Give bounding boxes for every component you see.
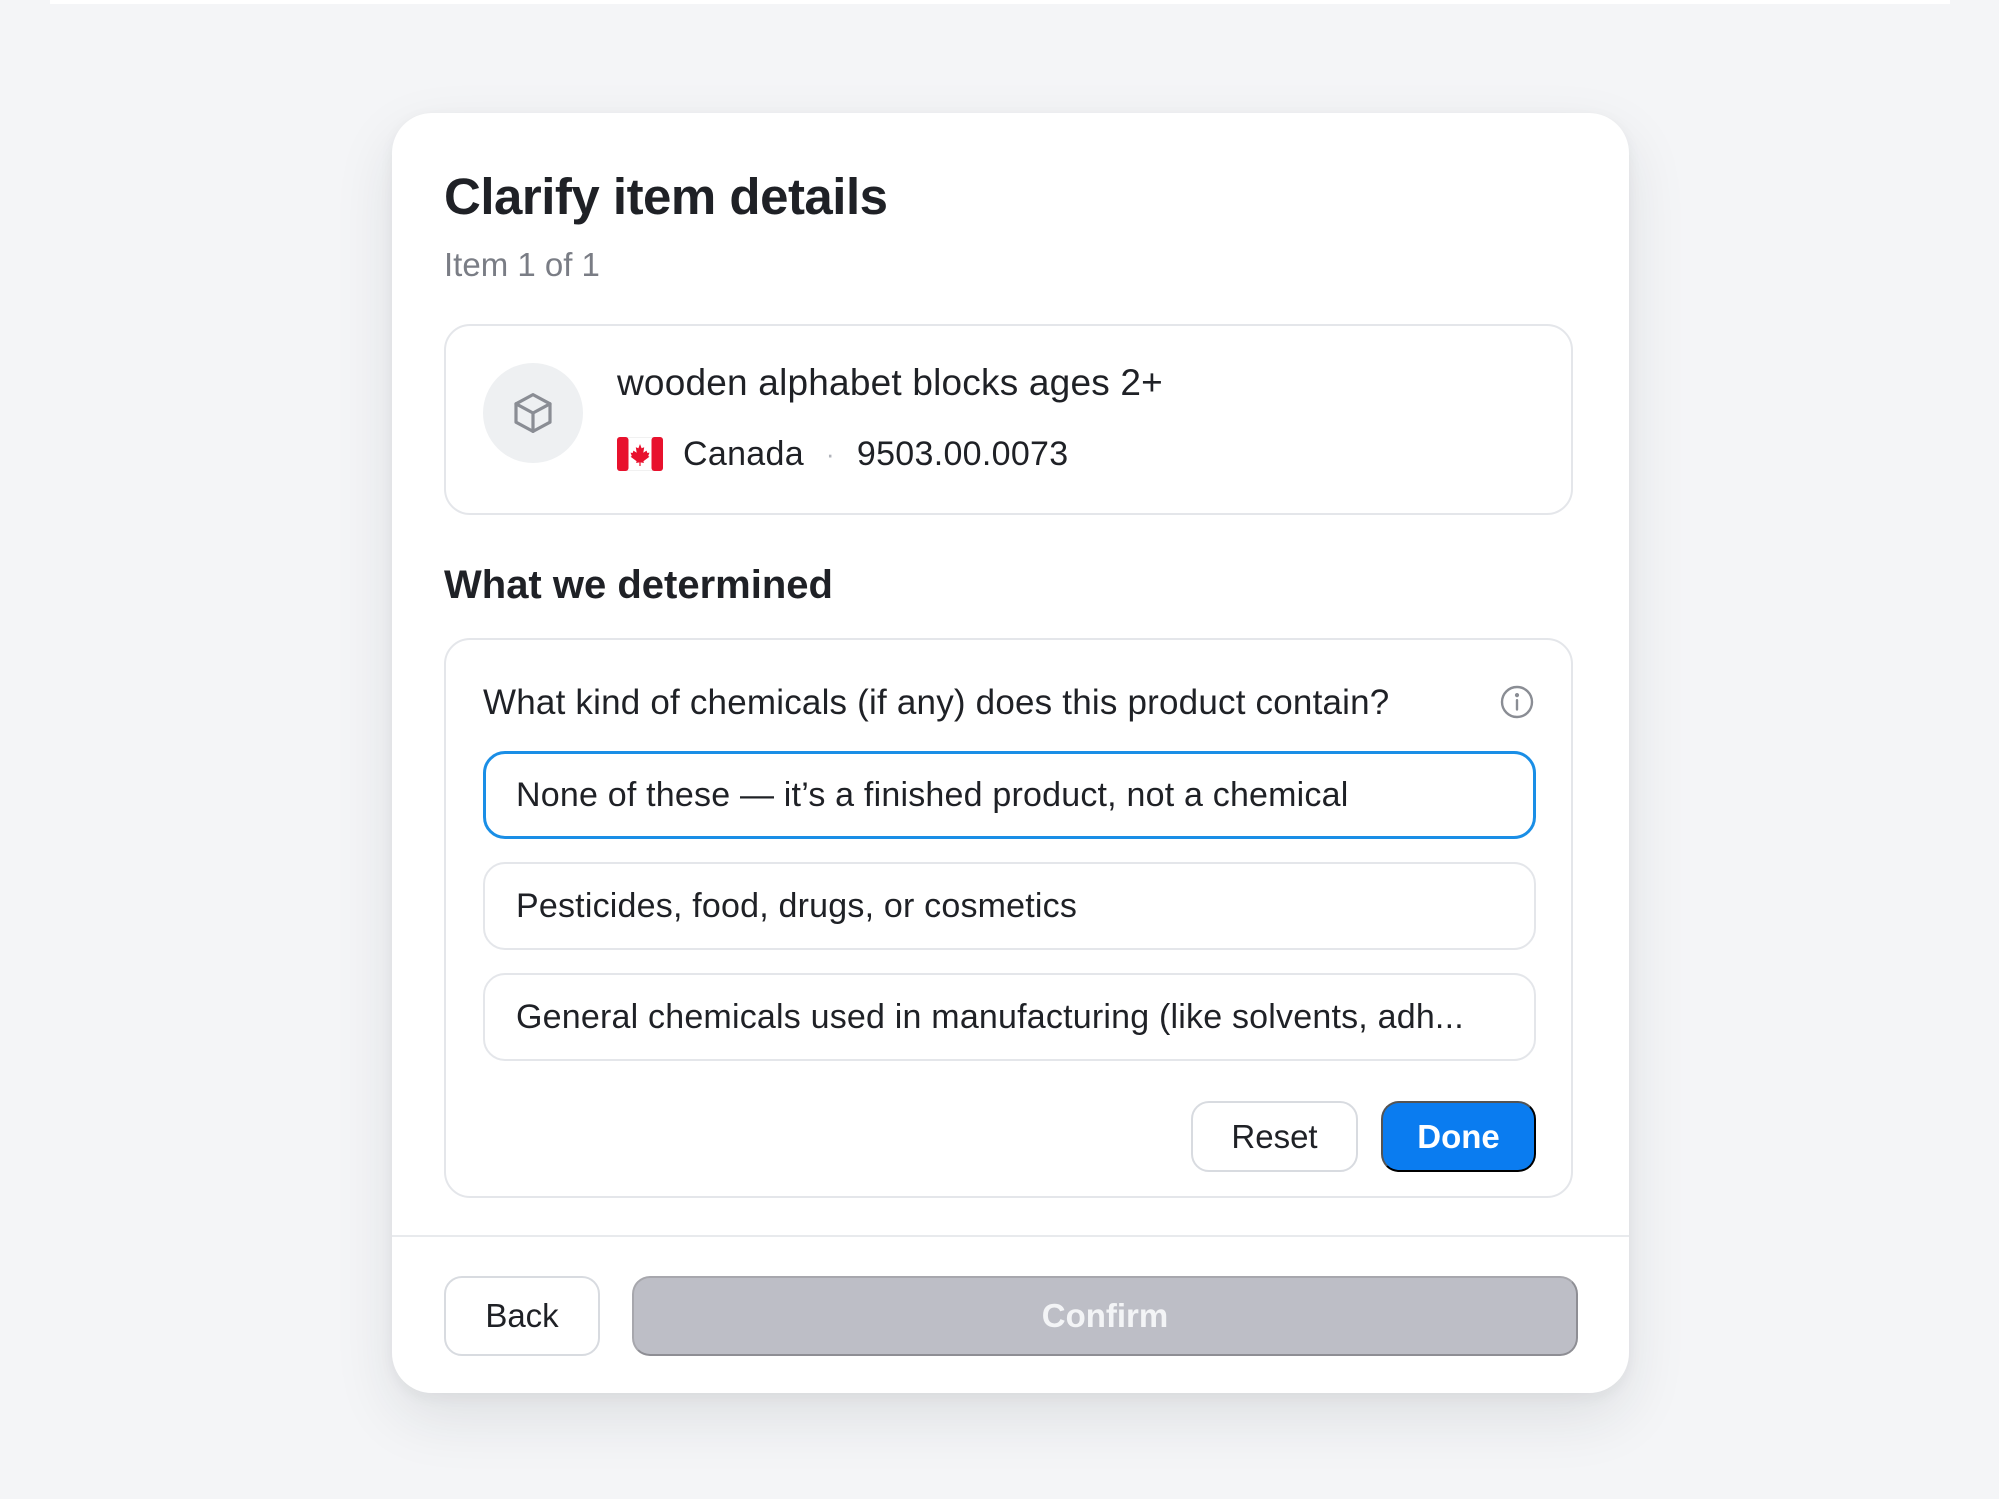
item-country: Canada — [683, 435, 804, 473]
item-avatar — [483, 363, 583, 463]
item-meta: Canada · 9503.00.0073 — [617, 434, 1068, 475]
info-icon[interactable] — [1499, 684, 1535, 720]
top-strip — [50, 0, 1950, 4]
box-icon — [514, 393, 552, 433]
option-label: General chemicals used in manufacturing … — [516, 997, 1464, 1036]
option-none-finished-product[interactable]: None of these — it’s a finished product,… — [483, 751, 1536, 839]
question-text: What kind of chemicals (if any) does thi… — [483, 683, 1390, 722]
done-button[interactable]: Done — [1381, 1101, 1536, 1172]
option-label: Pesticides, food, drugs, or cosmetics — [516, 886, 1078, 925]
option-label: None of these — it’s a finished product,… — [516, 775, 1349, 814]
item-summary-card: wooden alphabet blocks ages 2+ Canada · … — [444, 324, 1573, 515]
determined-section-title: What we determined — [444, 563, 833, 607]
item-hs-code: 9503.00.0073 — [856, 435, 1069, 473]
footer-divider — [392, 1235, 1629, 1237]
item-name: wooden alphabet blocks ages 2+ — [617, 362, 1163, 403]
question-card: What kind of chemicals (if any) does thi… — [444, 638, 1573, 1198]
dialog-title: Clarify item details — [444, 168, 888, 225]
item-progress: Item 1 of 1 — [444, 246, 600, 283]
meta-separator: · — [825, 438, 835, 469]
confirm-button[interactable]: Confirm — [632, 1276, 1578, 1356]
option-general-chemicals[interactable]: General chemicals used in manufacturing … — [483, 973, 1536, 1061]
reset-button[interactable]: Reset — [1191, 1101, 1358, 1172]
option-pesticides-food-drugs-cosmetics[interactable]: Pesticides, food, drugs, or cosmetics — [483, 862, 1536, 950]
back-button[interactable]: Back — [444, 1276, 600, 1356]
clarify-dialog: Clarify item details Item 1 of 1 wooden … — [392, 113, 1629, 1393]
canada-flag-icon — [617, 437, 663, 472]
